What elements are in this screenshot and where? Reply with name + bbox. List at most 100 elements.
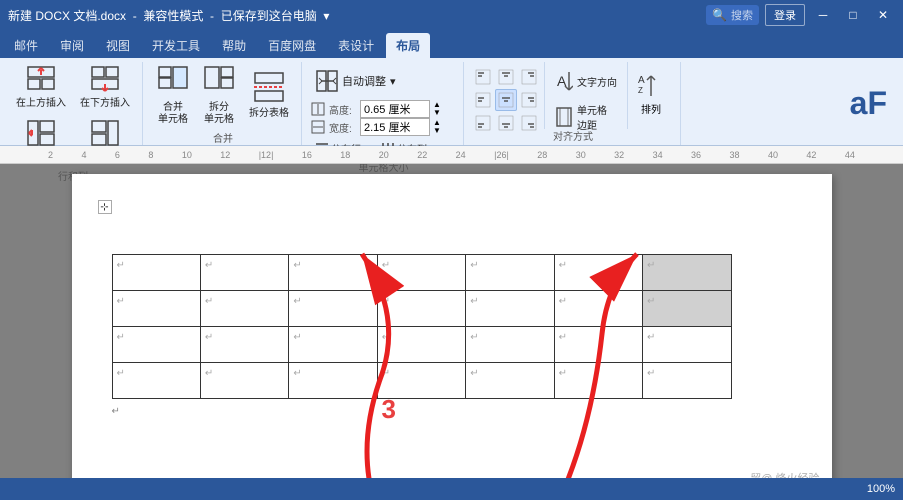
width-spinner[interactable]: ▲ ▼ xyxy=(433,119,441,135)
cell-marker: ↵ xyxy=(647,296,655,307)
table-cell[interactable]: ↵ xyxy=(112,327,200,363)
table-cell[interactable]: ↵ xyxy=(377,327,465,363)
table-cell[interactable]: ↵ xyxy=(289,363,377,399)
ruler-mark: 40 xyxy=(768,150,778,160)
table-cell[interactable]: ↵ xyxy=(554,327,642,363)
table-cell[interactable]: ↵ xyxy=(112,255,200,291)
split-cells-label: 拆分单元格 xyxy=(204,102,234,126)
table-row: ↵ ↵ ↵ ↵ ↵ ↵ ↵ xyxy=(112,327,731,363)
table-cell[interactable]: ↵ xyxy=(289,255,377,291)
height-spinner[interactable]: ▲ ▼ xyxy=(433,101,441,117)
sort-button[interactable]: A Z 排列 xyxy=(632,66,670,121)
table-cell[interactable]: ↵ xyxy=(200,363,288,399)
merge-cells-button[interactable]: 合并单元格 xyxy=(151,62,195,130)
ruler-mark: 44 xyxy=(845,150,855,160)
search-bar[interactable]: 🔍 搜索 xyxy=(706,5,759,25)
table-cell-shaded[interactable]: ↵ xyxy=(643,291,731,327)
table-cell[interactable]: ↵ xyxy=(200,255,288,291)
table-cell[interactable]: ↵ xyxy=(289,327,377,363)
table-cell[interactable]: ↵ xyxy=(289,291,377,327)
insert-below-icon xyxy=(91,66,119,96)
split-cells-button[interactable]: 拆分单元格 xyxy=(197,62,241,130)
ruler-mark: 30 xyxy=(576,150,586,160)
split-table-label: 拆分表格 xyxy=(249,108,289,120)
table-row: ↵ ↵ ↵ ↵ ↵ ↵ ↵ xyxy=(112,363,731,399)
width-down-icon[interactable]: ▼ xyxy=(433,127,441,135)
align-middleright-button[interactable] xyxy=(518,89,540,111)
autofit-label: 自动调整 xyxy=(342,73,386,89)
tab-view[interactable]: 视图 xyxy=(96,33,140,58)
table-move-handle[interactable]: ⊹ xyxy=(98,200,112,214)
table-cell[interactable]: ↵ xyxy=(200,291,288,327)
tab-help[interactable]: 帮助 xyxy=(212,33,256,58)
table-cell[interactable]: ↵ xyxy=(643,363,731,399)
align-middleleft-button[interactable] xyxy=(472,89,494,111)
split-table-button[interactable]: 拆分表格 xyxy=(243,68,295,124)
maximize-button[interactable]: □ xyxy=(841,3,865,27)
merge-group-label: 合并 xyxy=(213,130,233,147)
minimize-button[interactable]: ─ xyxy=(811,3,835,27)
align-topright-button[interactable] xyxy=(518,66,540,88)
tab-devtools[interactable]: 开发工具 xyxy=(142,33,210,58)
height-label: 高度: xyxy=(329,102,357,117)
table-cell[interactable]: ↵ xyxy=(554,363,642,399)
cell-marker: ↵ xyxy=(470,368,478,379)
table-cell[interactable]: ↵ xyxy=(643,327,731,363)
table-cell[interactable]: ↵ xyxy=(466,291,554,327)
align-bottomright-button[interactable] xyxy=(518,112,540,134)
table-wrapper: ⊹ ↵ ↵ ↵ ↵ ↵ ↵ ↵ ↵ ↵ ↵ ↵ ↵ ↵ xyxy=(112,214,732,399)
table-cell[interactable]: ↵ xyxy=(466,363,554,399)
filename: 新建 DOCX 文档.docx xyxy=(8,9,126,23)
merge-btns-row: 合并单元格 拆分单元格 拆分表格 xyxy=(151,62,295,130)
table-cell[interactable]: ↵ xyxy=(466,255,554,291)
doc-page[interactable]: ⊹ ↵ ↵ ↵ ↵ ↵ ↵ ↵ ↵ ↵ ↵ ↵ ↵ ↵ xyxy=(72,174,832,478)
ruler-mark: 18 xyxy=(340,150,350,160)
tab-baidu[interactable]: 百度网盘 xyxy=(258,33,326,58)
align-bottomleft-button[interactable] xyxy=(472,112,494,134)
width-input[interactable] xyxy=(360,118,430,136)
login-button[interactable]: 登录 xyxy=(765,4,805,26)
align-middlecenter-button[interactable] xyxy=(495,89,517,111)
sort-label: 排列 xyxy=(641,101,661,116)
tab-review[interactable]: 审阅 xyxy=(50,33,94,58)
cell-marker: ↵ xyxy=(382,296,390,307)
cell-marker: ↵ xyxy=(470,260,478,271)
table-cell[interactable]: ↵ xyxy=(377,255,465,291)
height-down-icon[interactable]: ▼ xyxy=(433,109,441,117)
insert-above-label: 在上方插入 xyxy=(16,98,66,110)
height-input[interactable] xyxy=(360,100,430,118)
text-direction-button[interactable]: A 文字方向 xyxy=(549,66,623,96)
table-cell[interactable]: ↵ xyxy=(112,291,200,327)
align-topcenter-button[interactable] xyxy=(495,66,517,88)
table-cell[interactable]: ↵ xyxy=(377,291,465,327)
ruler-mark: 2 xyxy=(48,150,53,160)
align-bottomcenter-button[interactable] xyxy=(495,112,517,134)
autofit-button[interactable]: 自动调整 ▾ xyxy=(310,66,402,96)
ruler-mark: 36 xyxy=(691,150,701,160)
table-cell-shaded[interactable]: ↵ xyxy=(643,255,731,291)
table-cell[interactable]: ↵ xyxy=(554,291,642,327)
tab-layout[interactable]: 布局 xyxy=(386,33,430,58)
doc-area: ⊹ ↵ ↵ ↵ ↵ ↵ ↵ ↵ ↵ ↵ ↵ ↵ ↵ ↵ xyxy=(0,164,903,478)
align-grid xyxy=(472,66,540,134)
ruler-mark: 42 xyxy=(806,150,816,160)
af-label: aF xyxy=(842,81,895,126)
table-cell[interactable]: ↵ xyxy=(554,255,642,291)
width-label: 宽度: xyxy=(329,120,357,135)
ribbon-group-cellsize: 自动调整 ▾ 高度: ▲ ▼ 宽度: ▲ ▼ xyxy=(304,62,464,145)
tab-mail[interactable]: 邮件 xyxy=(4,33,48,58)
status-right: 100% xyxy=(867,483,895,495)
insert-above-button[interactable]: 在上方插入 xyxy=(10,62,72,114)
close-button[interactable]: ✕ xyxy=(871,3,895,27)
table-cell[interactable]: ↵ xyxy=(200,327,288,363)
ruler-inner: 2 4 6 8 10 12 |12| 16 18 20 22 24 |26| 2… xyxy=(8,150,895,160)
table-cell[interactable]: ↵ xyxy=(466,327,554,363)
table-cell[interactable]: ↵ xyxy=(112,363,200,399)
ruler: 2 4 6 8 10 12 |12| 16 18 20 22 24 |26| 2… xyxy=(0,146,903,164)
cell-marker: ↵ xyxy=(559,368,567,379)
align-topleft-button[interactable] xyxy=(472,66,494,88)
tab-tabledesign[interactable]: 表设计 xyxy=(328,33,384,58)
word-table[interactable]: ↵ ↵ ↵ ↵ ↵ ↵ ↵ ↵ ↵ ↵ ↵ ↵ ↵ ↵ xyxy=(112,254,732,399)
insert-below-button[interactable]: 在下方插入 xyxy=(74,62,136,114)
alignment-group-label: 对齐方式 xyxy=(553,128,593,143)
